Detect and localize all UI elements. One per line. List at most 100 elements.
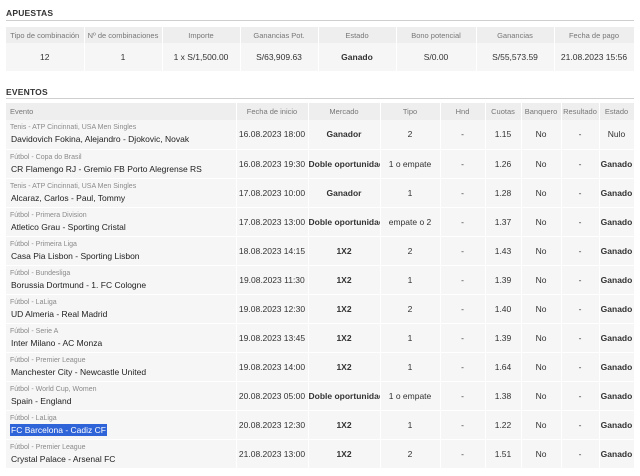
apuestas-row: 12 1 1 x S/1,500.00 S/63,909.63 Ganado S… (6, 43, 635, 71)
eventos-section-title: EVENTOS (6, 87, 48, 97)
event-date: 19.08.2023 14:00 (236, 352, 309, 382)
event-league: Tenis - ATP Cincinnati, USA Men Singles (10, 124, 137, 132)
apuestas-table: Tipo de combinación Nº de combinaciones … (6, 27, 635, 71)
event-market: Ganador (308, 120, 381, 150)
event-name-selected[interactable]: FC Barcelona - Cadiz CF (10, 423, 107, 436)
apuestas-header-estado: Estado (318, 27, 397, 43)
eventos-header-resultado: Resultado (561, 103, 600, 120)
event-league: Fútbol - LaLiga (10, 414, 57, 422)
event-hnd: - (440, 120, 486, 150)
event-market: 1X2 (308, 323, 381, 353)
event-hnd: - (440, 410, 486, 440)
event-name[interactable]: UD Almeria - Real Madrid (10, 308, 108, 320)
eventos-body: Tenis - ATP Cincinnati, USA Men Singles D… (6, 120, 635, 469)
event-cell: Tenis - ATP Cincinnati, USA Men Singles A… (6, 178, 237, 208)
eventos-table: Evento Fecha de inicio Mercado Tipo Hnd … (6, 103, 635, 469)
event-row: Fútbol - Copa do Brasil CR Flamengo RJ - … (6, 149, 635, 179)
event-league: Fútbol - Serie A (10, 327, 59, 335)
event-resultado: - (561, 323, 600, 353)
event-tipo: 1 (380, 323, 441, 353)
event-cuota: 1.51 (485, 439, 522, 469)
event-row: Fútbol - Primeira Liga Casa Pia Lisbon - … (6, 236, 635, 266)
apuestas-header-num: Nº de combinaciones (84, 27, 163, 43)
event-name[interactable]: Alcaraz, Carlos - Paul, Tommy (10, 192, 126, 204)
event-cuota: 1.26 (485, 149, 522, 179)
event-banquero: No (521, 352, 562, 382)
event-hnd: - (440, 265, 486, 295)
event-row: Fútbol - Serie A Inter Milano - AC Monza 1… (6, 323, 635, 353)
event-banquero: No (521, 381, 562, 411)
event-banquero: No (521, 149, 562, 179)
apuestas-header-row: Tipo de combinación Nº de combinaciones … (6, 27, 635, 43)
event-estado: Nulo (599, 120, 635, 150)
event-cuota: 1.28 (485, 178, 522, 208)
event-name[interactable]: Davidovich Fokina, Alejandro - Djokovic,… (10, 133, 190, 145)
event-league: Fútbol - Bundesliga (10, 269, 71, 277)
event-name[interactable]: CR Flamengo RJ - Gremio FB Porto Alegren… (10, 163, 203, 175)
event-row: Fútbol - Bundesliga Borussia Dortmund - 1… (6, 265, 635, 295)
event-row: Fútbol - Premier League Crystal Palace - … (6, 439, 635, 469)
event-banquero: No (521, 323, 562, 353)
apuestas-header-ganancias-pot: Ganancias Pot. (240, 27, 319, 43)
event-cell: Fútbol - LaLiga FC Barcelona - Cadiz CF (6, 410, 237, 440)
event-estado: Ganado (599, 352, 635, 382)
apuestas-ganancias-pot: S/63,909.63 (240, 43, 319, 71)
event-banquero: No (521, 439, 562, 469)
event-tipo: 1 o empate (380, 149, 441, 179)
event-market: 1X2 (308, 294, 381, 324)
event-estado: Ganado (599, 178, 635, 208)
event-cell: Fútbol - Copa do Brasil CR Flamengo RJ - … (6, 149, 237, 179)
event-date: 16.08.2023 19:30 (236, 149, 309, 179)
apuestas-divider (6, 20, 634, 21)
event-league: Fútbol - Primeira Liga (10, 240, 77, 248)
event-date: 19.08.2023 13:45 (236, 323, 309, 353)
event-hnd: - (440, 381, 486, 411)
event-resultado: - (561, 381, 600, 411)
event-cuota: 1.38 (485, 381, 522, 411)
event-name[interactable]: Inter Milano - AC Monza (10, 337, 103, 349)
eventos-header-hnd: Hnd (440, 103, 486, 120)
apuestas-section-title: APUESTAS (6, 8, 54, 18)
event-resultado: - (561, 294, 600, 324)
event-row: Fútbol - World Cup, Women Spain - England… (6, 381, 635, 411)
event-resultado: - (561, 120, 600, 150)
event-market: Doble oportunidad (308, 149, 381, 179)
event-estado: Ganado (599, 207, 635, 237)
event-banquero: No (521, 236, 562, 266)
event-estado: Ganado (599, 381, 635, 411)
eventos-header-banquero: Banquero (521, 103, 562, 120)
apuestas-header-ganancias: Ganancias (476, 27, 555, 43)
event-resultado: - (561, 410, 600, 440)
event-estado: Ganado (599, 410, 635, 440)
event-date: 17.08.2023 13:00 (236, 207, 309, 237)
event-hnd: - (440, 149, 486, 179)
event-league: Tenis - ATP Cincinnati, USA Men Singles (10, 182, 137, 190)
event-banquero: No (521, 265, 562, 295)
event-market: 1X2 (308, 410, 381, 440)
event-row: Fútbol - Primera Division Atletico Grau -… (6, 207, 635, 237)
event-name[interactable]: Manchester City - Newcastle United (10, 366, 147, 378)
eventos-header-cuotas: Cuotas (485, 103, 522, 120)
event-name[interactable]: Crystal Palace - Arsenal FC (10, 453, 116, 465)
event-cuota: 1.43 (485, 236, 522, 266)
event-estado: Ganado (599, 439, 635, 469)
event-cell: Fútbol - Serie A Inter Milano - AC Monza (6, 323, 237, 353)
event-tipo: 1 o empate (380, 381, 441, 411)
event-name[interactable]: Casa Pia Lisbon - Sporting Lisbon (10, 250, 141, 262)
event-estado: Ganado (599, 149, 635, 179)
event-resultado: - (561, 178, 600, 208)
event-name[interactable]: Atletico Grau - Sporting Cristal (10, 221, 127, 233)
event-date: 18.08.2023 14:15 (236, 236, 309, 266)
event-date: 19.08.2023 11:30 (236, 265, 309, 295)
event-tipo: 1 (380, 352, 441, 382)
event-cuota: 1.22 (485, 410, 522, 440)
event-name[interactable]: Borussia Dortmund - 1. FC Cologne (10, 279, 147, 291)
apuestas-header-importe: Importe (162, 27, 241, 43)
eventos-header-evento: Evento (6, 103, 237, 120)
apuestas-tipo: 12 (6, 43, 85, 71)
event-hnd: - (440, 323, 486, 353)
event-tipo: 2 (380, 236, 441, 266)
event-name[interactable]: Spain - England (10, 395, 73, 407)
event-cuota: 1.37 (485, 207, 522, 237)
event-cell: Fútbol - LaLiga UD Almeria - Real Madrid (6, 294, 237, 324)
